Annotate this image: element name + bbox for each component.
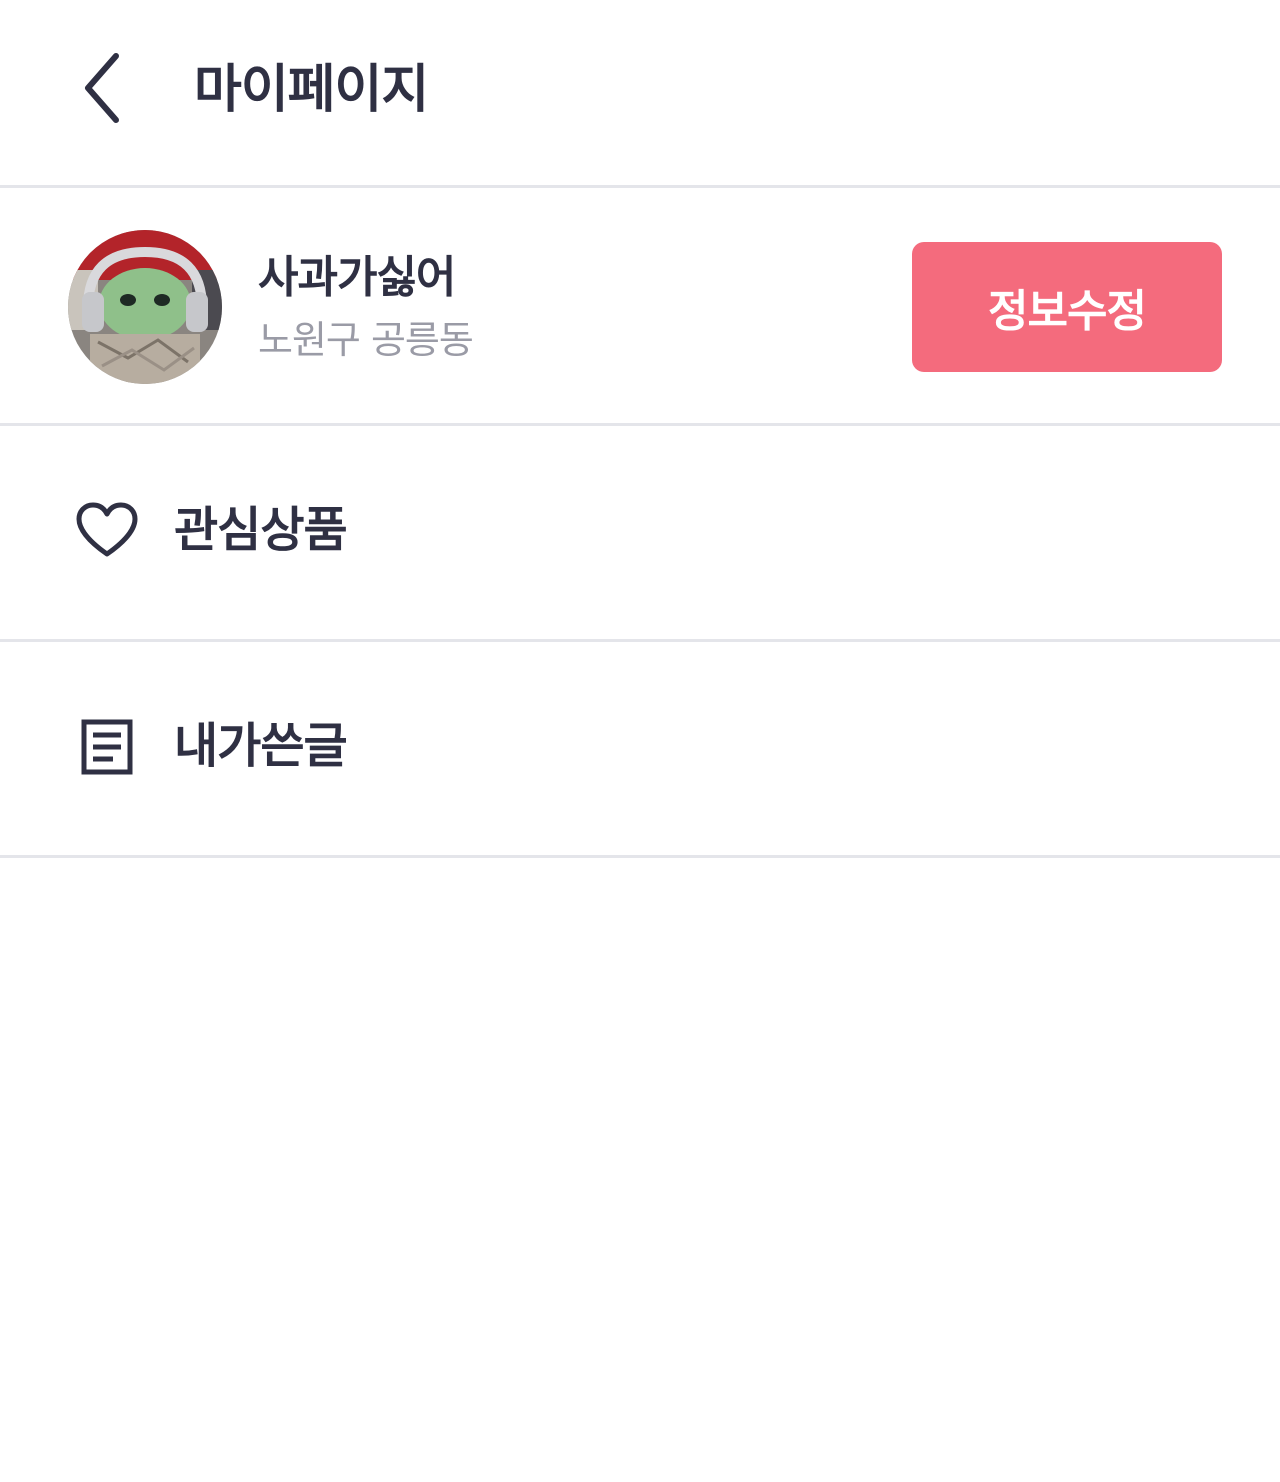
profile-section: 사과가싫어 노원구 공릉동 정보수정 xyxy=(0,188,1280,426)
avatar-image xyxy=(68,230,222,384)
avatar[interactable] xyxy=(68,230,222,384)
chevron-left-icon xyxy=(85,53,119,123)
menu-item-wishlist[interactable]: 관심상품 xyxy=(0,426,1280,642)
heart-icon xyxy=(74,498,140,564)
menu-item-label: 관심상품 xyxy=(174,502,348,558)
location: 노원구 공릉동 xyxy=(258,318,474,362)
page-header: 마이페이지 xyxy=(0,0,1280,188)
menu-item-label: 내가쓴글 xyxy=(174,718,348,774)
nickname: 사과가싫어 xyxy=(258,252,456,303)
menu-item-my-posts[interactable]: 내가쓴글 xyxy=(0,642,1280,858)
edit-profile-button[interactable]: 정보수정 xyxy=(912,242,1222,372)
page-title: 마이페이지 xyxy=(194,60,429,120)
document-icon xyxy=(74,714,140,780)
back-button[interactable] xyxy=(70,46,134,130)
